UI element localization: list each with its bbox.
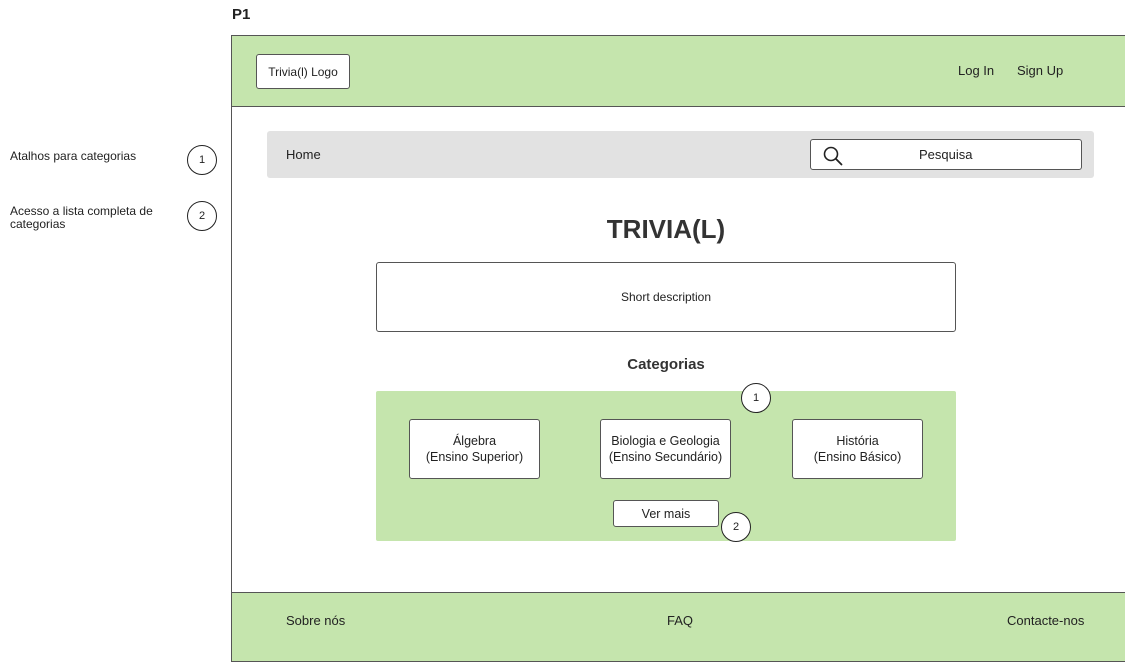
logo[interactable]: Trivia(l) Logo bbox=[256, 54, 350, 89]
category-card-historia[interactable]: História (Ensino Básico) bbox=[792, 419, 923, 479]
footer-contact-link[interactable]: Contacte-nos bbox=[1007, 613, 1084, 628]
search-placeholder: Pesquisa bbox=[919, 147, 973, 162]
legend-text-full-list: Acesso a lista completa de categorias bbox=[10, 204, 153, 231]
page-label: P1 bbox=[232, 6, 251, 23]
category-level: (Ensino Básico) bbox=[813, 450, 902, 464]
login-link[interactable]: Log In bbox=[958, 63, 994, 78]
category-name: Biologia e Geologia bbox=[611, 434, 720, 448]
legend-marker-1: 1 bbox=[187, 145, 217, 175]
category-level: (Ensino Superior) bbox=[425, 450, 524, 464]
signup-link[interactable]: Sign Up bbox=[1017, 63, 1063, 78]
category-card-algebra[interactable]: Álgebra (Ensino Superior) bbox=[409, 419, 540, 479]
page-frame bbox=[231, 35, 1125, 655]
ver-mais-button[interactable]: Ver mais bbox=[613, 500, 719, 527]
footer-about-link[interactable]: Sobre nós bbox=[286, 613, 345, 628]
category-card-biologia[interactable]: Biologia e Geologia (Ensino Secundário) bbox=[600, 419, 731, 479]
home-link[interactable]: Home bbox=[286, 147, 321, 162]
annotation-marker-1: 1 bbox=[741, 383, 771, 413]
category-level: (Ensino Secundário) bbox=[608, 450, 723, 464]
legend-marker-2: 2 bbox=[187, 201, 217, 231]
legend-text-shortcuts: Atalhos para categorias bbox=[10, 149, 137, 163]
footer-faq-link[interactable]: FAQ bbox=[667, 613, 693, 628]
categories-heading: Categorias bbox=[627, 356, 705, 373]
search-icon bbox=[823, 146, 843, 166]
category-name: Álgebra bbox=[452, 434, 497, 448]
description-box: Short description bbox=[376, 262, 956, 332]
page-title: TRIVIA(L) bbox=[606, 214, 726, 244]
annotation-marker-2: 2 bbox=[721, 512, 751, 542]
category-name: História bbox=[836, 434, 879, 448]
